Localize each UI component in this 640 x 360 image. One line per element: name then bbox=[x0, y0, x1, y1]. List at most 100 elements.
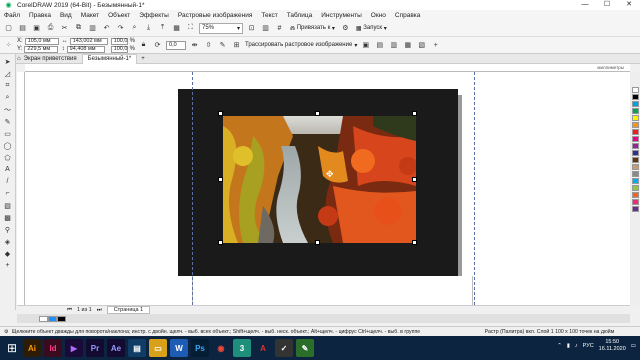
last-page-icon[interactable]: ⏭ bbox=[97, 307, 102, 314]
close-icon[interactable]: ✕ bbox=[618, 0, 640, 10]
palette-swatch[interactable] bbox=[631, 150, 639, 156]
arrange-front-icon[interactable]: ▥ bbox=[388, 40, 399, 51]
taskbar-app-icon[interactable]: Ae bbox=[107, 339, 125, 357]
width-input[interactable]: 143,002 мм bbox=[69, 37, 108, 45]
selection-handle-bottom[interactable] bbox=[315, 240, 320, 245]
menu-bitmaps[interactable]: Растровые изображения bbox=[178, 12, 253, 19]
taskbar-app-icon[interactable]: W bbox=[170, 339, 188, 357]
palette-swatch[interactable] bbox=[631, 101, 639, 107]
menu-table[interactable]: Таблица bbox=[287, 12, 313, 19]
taskbar-app-icon[interactable]: ✓ bbox=[275, 339, 293, 357]
arrange-back-icon[interactable]: ▦ bbox=[402, 40, 413, 51]
grid-icon[interactable]: # bbox=[274, 23, 285, 34]
selection-handle-bottom-left[interactable] bbox=[218, 240, 223, 245]
add-tab-icon[interactable]: + bbox=[141, 56, 145, 62]
interactive-fill-tool-icon[interactable]: ◈ bbox=[2, 236, 14, 247]
menu-file[interactable]: Файл bbox=[4, 12, 20, 19]
palette-swatch[interactable] bbox=[631, 122, 639, 128]
palette-swatch[interactable] bbox=[631, 206, 639, 212]
trace-bitmap-button[interactable]: Трассировать растровое изображение ▾ bbox=[245, 42, 357, 49]
polygon-tool-icon[interactable]: ⬠ bbox=[2, 152, 14, 163]
doc-swatch-white[interactable] bbox=[39, 315, 48, 322]
autumn-river-photo[interactable] bbox=[223, 116, 416, 243]
doc-swatch-blue[interactable] bbox=[48, 315, 57, 322]
height-input[interactable]: 94,408 мм bbox=[66, 45, 105, 53]
language-indicator[interactable]: РУС bbox=[583, 343, 594, 349]
rectangle-tool-icon[interactable]: ▭ bbox=[2, 128, 14, 139]
palette-swatch[interactable] bbox=[631, 171, 639, 177]
resample-icon[interactable]: ▣ bbox=[360, 40, 371, 51]
undo-icon[interactable]: ↶ bbox=[101, 23, 112, 34]
notifications-icon[interactable]: ▭ bbox=[631, 343, 636, 349]
y-position-input[interactable]: 229,5 мм bbox=[24, 45, 59, 53]
maximize-icon[interactable]: ☐ bbox=[596, 0, 618, 10]
taskbar-app-icon[interactable]: Ps bbox=[191, 339, 209, 357]
publish-pdf-icon[interactable]: ▦ bbox=[171, 23, 182, 34]
lock-ratio-icon[interactable]: 🔒︎ bbox=[138, 40, 149, 51]
network-icon[interactable]: ▮ bbox=[567, 343, 570, 349]
menu-help[interactable]: Справка bbox=[395, 12, 421, 19]
selection-handle-right[interactable] bbox=[412, 177, 417, 182]
tab-document[interactable]: Безымянный-1* bbox=[81, 53, 138, 64]
selection-handle-top-left[interactable] bbox=[218, 111, 223, 116]
scale-y-input[interactable]: 100,0 bbox=[110, 45, 128, 53]
x-position-input[interactable]: 105,0 мм bbox=[24, 37, 59, 45]
taskbar-app-icon[interactable]: Id bbox=[44, 339, 62, 357]
drawing-canvas[interactable]: ✥ bbox=[25, 72, 630, 305]
quick-customize-icon[interactable]: + bbox=[430, 40, 441, 51]
freehand-tool-icon[interactable]: 〜 bbox=[2, 104, 14, 115]
rulers-icon[interactable]: ▥ bbox=[260, 23, 271, 34]
taskbar-app-icon[interactable]: A bbox=[254, 339, 272, 357]
open-icon[interactable]: ▤ bbox=[17, 23, 28, 34]
menu-edit[interactable]: Правка bbox=[29, 12, 51, 19]
mirror-horizontal-icon[interactable]: ⇹ bbox=[189, 40, 200, 51]
volume-icon[interactable]: ♪ bbox=[575, 343, 578, 349]
rotate-icon[interactable]: ⟳ bbox=[152, 40, 163, 51]
menu-window[interactable]: Окно bbox=[371, 12, 386, 19]
eyedropper-tool-icon[interactable]: ⚲ bbox=[2, 224, 14, 235]
taskbar-app-icon[interactable]: ▭ bbox=[149, 339, 167, 357]
taskbar-app-icon[interactable]: 3 bbox=[233, 339, 251, 357]
rotation-angle-input[interactable]: 0,0 bbox=[166, 40, 187, 50]
taskbar-app-icon[interactable]: Pr bbox=[86, 339, 104, 357]
artistic-media-tool-icon[interactable]: ✎ bbox=[2, 116, 14, 127]
taskbar-app-icon[interactable]: ◉ bbox=[212, 339, 230, 357]
ellipse-tool-icon[interactable]: ◯ bbox=[2, 140, 14, 151]
selection-handle-bottom-right[interactable] bbox=[412, 240, 417, 245]
palette-swatch[interactable] bbox=[631, 157, 639, 163]
new-document-icon[interactable]: ▢ bbox=[3, 23, 14, 34]
full-screen-icon[interactable]: ⛶ bbox=[185, 23, 196, 34]
page-tab[interactable]: Страница 1 bbox=[106, 306, 151, 314]
print-icon[interactable]: ⎙ bbox=[45, 23, 56, 34]
mirror-vertical-icon[interactable]: ⇳ bbox=[203, 40, 214, 51]
palette-swatch[interactable] bbox=[631, 192, 639, 198]
edit-bitmap-icon[interactable]: ✎ bbox=[217, 40, 228, 51]
palette-swatch[interactable] bbox=[631, 199, 639, 205]
menu-tools[interactable]: Инструменты bbox=[321, 12, 362, 19]
taskbar-app-icon[interactable]: ▤ bbox=[128, 339, 146, 357]
palette-swatch[interactable] bbox=[631, 87, 639, 93]
text-tool-icon[interactable]: A bbox=[2, 164, 14, 175]
doc-swatch-black[interactable] bbox=[57, 315, 66, 322]
paste-icon[interactable]: ▥ bbox=[87, 23, 98, 34]
start-menu-icon[interactable]: ⊞ bbox=[4, 341, 20, 355]
zoom-tool-icon[interactable]: ⌕ bbox=[2, 92, 14, 103]
shape-tool-icon[interactable]: ◿ bbox=[2, 68, 14, 79]
palette-swatch[interactable] bbox=[631, 178, 639, 184]
first-page-icon[interactable]: ⏮ bbox=[67, 307, 72, 314]
chevron-up-icon[interactable]: ⌃ bbox=[557, 343, 562, 349]
bitmap-color-mask-icon[interactable]: ▤ bbox=[374, 40, 385, 51]
tab-welcome-screen[interactable]: ⌂ Экран приветствия bbox=[12, 54, 82, 64]
menu-view[interactable]: Вид bbox=[60, 12, 72, 19]
launch-dropdown[interactable]: ▦ Запуск ▾ bbox=[354, 23, 389, 34]
palette-swatch[interactable] bbox=[631, 108, 639, 114]
reference-point-icon[interactable]: ⁘ bbox=[3, 40, 14, 51]
order-icon[interactable]: ▧ bbox=[416, 40, 427, 51]
selection-handle-top-right[interactable] bbox=[412, 111, 417, 116]
cut-icon[interactable]: ✂ bbox=[59, 23, 70, 34]
drop-shadow-tool-icon[interactable]: ▧ bbox=[2, 200, 14, 211]
palette-swatch[interactable] bbox=[631, 129, 639, 135]
palette-swatch[interactable] bbox=[631, 143, 639, 149]
crop-bitmap-icon[interactable]: ⊞ bbox=[231, 40, 242, 51]
export-icon[interactable]: ⤒ bbox=[157, 23, 168, 34]
